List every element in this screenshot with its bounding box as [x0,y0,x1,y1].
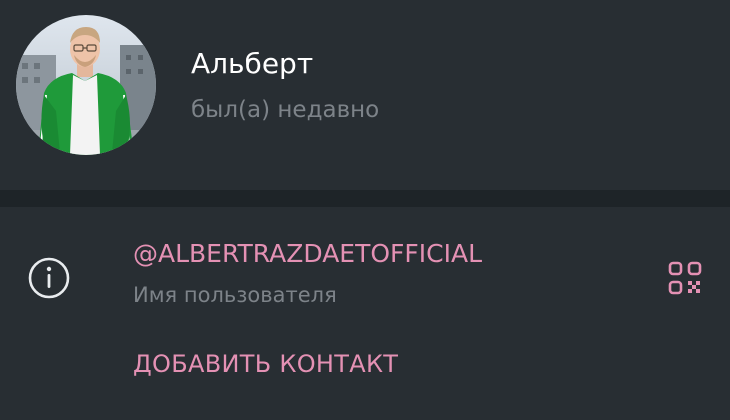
profile-header: Альберт был(а) недавно [0,0,730,190]
qr-code-icon[interactable] [668,261,702,295]
profile-name: Альберт [191,47,314,80]
section-divider [0,190,730,207]
info-section: @ALBERTRAZDAETOFFICIAL Имя пользователя … [0,207,730,420]
last-seen-status: был(а) недавно [191,97,380,123]
avatar-photo [16,15,156,155]
info-circle-icon [27,256,71,300]
username-caption: Имя пользователя [133,283,337,307]
add-contact-button[interactable]: ДОБАВИТЬ КОНТАКТ [133,347,398,381]
username-link[interactable]: @ALBERTRAZDAETOFFICIAL [133,237,482,271]
avatar[interactable] [16,15,156,155]
